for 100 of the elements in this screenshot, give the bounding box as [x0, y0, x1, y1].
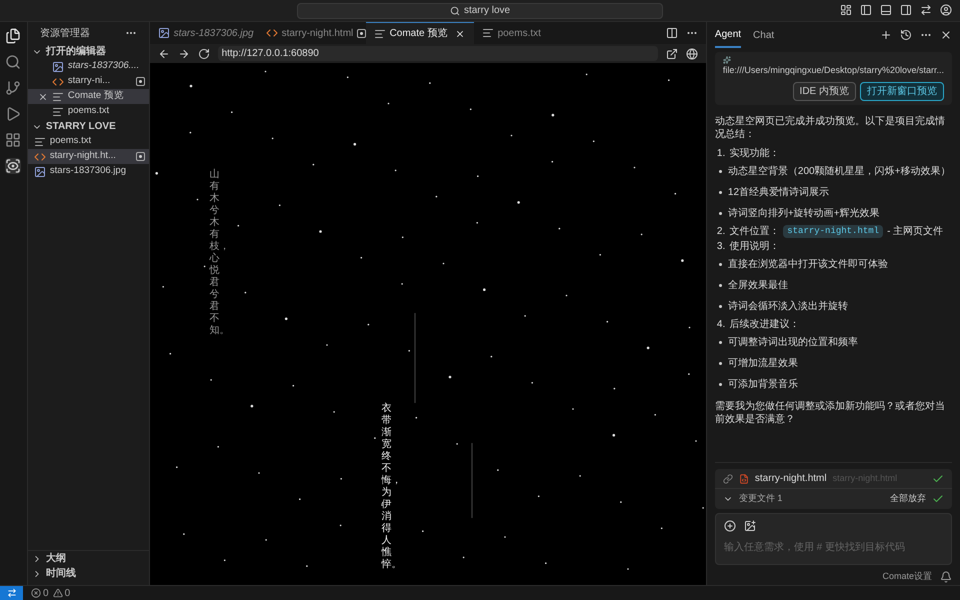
- file-item[interactable]: starry-night.ht...: [28, 149, 149, 164]
- bullet-icon: [718, 304, 722, 308]
- warning-count[interactable]: 0: [64, 586, 70, 600]
- sidebar-title: 资源管理器: [40, 26, 90, 40]
- chat-input-field[interactable]: 输入任意需求，使用 # 更快找到目标代码: [724, 540, 943, 555]
- file-item[interactable]: poems.txt: [28, 134, 149, 149]
- file-path: file:///Users/mingqingxue/Desktop/starry%20love/starr...: [722, 64, 944, 77]
- split-editor-icon[interactable]: [666, 27, 678, 39]
- panel-right-icon[interactable]: [900, 4, 912, 16]
- source-control-icon[interactable]: [5, 80, 22, 96]
- reload-icon[interactable]: [198, 48, 210, 60]
- text-file-icon: [52, 106, 64, 118]
- back-icon[interactable]: [158, 48, 170, 60]
- account-icon[interactable]: [940, 4, 952, 16]
- search-field[interactable]: starry love: [297, 2, 663, 18]
- list-text: 可增加流星效果: [728, 356, 798, 370]
- list-text: 可添加背景音乐: [728, 378, 798, 390]
- poem-text: 衣带渐宽终不悔，为伊消得人憔悴。: [382, 403, 396, 571]
- preview-button[interactable]: 打开新窗口预览: [860, 82, 944, 100]
- extensions-icon[interactable]: [5, 132, 22, 148]
- list-number: 1.: [716, 146, 726, 160]
- changed-file-name[interactable]: starry-night.html: [754, 471, 827, 486]
- globe-icon[interactable]: [686, 48, 698, 60]
- section-header[interactable]: 时间线: [46, 566, 76, 581]
- discard-all-button[interactable]: 全部放弃: [890, 492, 926, 506]
- panel-left-icon[interactable]: [860, 4, 872, 16]
- close-icon[interactable]: [38, 92, 48, 102]
- list-heading: 实现功能：: [729, 146, 780, 160]
- link-icon[interactable]: [722, 474, 733, 484]
- section-header[interactable]: 打开的编辑器: [46, 44, 106, 59]
- panel-tab[interactable]: Agent: [714, 22, 742, 48]
- file-item[interactable]: Comate 预览: [28, 89, 149, 104]
- list-text: - 主网页文件: [887, 224, 944, 238]
- close-icon[interactable]: [455, 28, 466, 38]
- layout-icon[interactable]: [840, 4, 852, 16]
- file-name: starry-ni...: [68, 74, 110, 88]
- warning-icon[interactable]: [52, 588, 63, 598]
- code-file-icon: [52, 76, 64, 88]
- code-file-icon: [34, 150, 46, 162]
- forward-icon[interactable]: [178, 48, 190, 60]
- swap-icon[interactable]: [920, 4, 932, 16]
- add-image-icon[interactable]: [744, 520, 756, 532]
- list-text: 诗词竖向排列+旋转动画+辉光效果: [728, 206, 880, 220]
- file-name: stars-1837306....: [68, 59, 140, 74]
- editor-tab[interactable]: Comate 预览: [366, 22, 474, 44]
- panel-bottom-icon[interactable]: [880, 4, 892, 16]
- file-item[interactable]: stars-1837306....: [28, 59, 149, 74]
- close-icon[interactable]: [940, 29, 952, 41]
- error-icon[interactable]: [31, 588, 41, 598]
- bullet-icon: [718, 170, 722, 172]
- section-header[interactable]: STARRY LOVE: [46, 119, 116, 134]
- explorer-icon[interactable]: [5, 28, 22, 44]
- message-text: 需要我为您做任何调整或添加新功能吗？或者您对当前效果是否满意？: [714, 400, 946, 426]
- plus-icon[interactable]: [880, 29, 892, 41]
- image-file-icon: [34, 166, 46, 178]
- section-header[interactable]: 大纲: [46, 551, 66, 566]
- image-file-icon: [158, 27, 170, 39]
- remote-icon: [6, 588, 16, 598]
- editor-tab[interactable]: poems.txt: [474, 22, 582, 44]
- list-number: 2.: [716, 224, 726, 238]
- file-item[interactable]: poems.txt: [28, 104, 149, 119]
- notification-icon[interactable]: [940, 571, 952, 583]
- panel-tab[interactable]: Chat: [753, 24, 774, 46]
- bullet-icon: [718, 262, 722, 266]
- eye-scan-icon[interactable]: [5, 158, 22, 174]
- code-file-icon: [266, 27, 278, 39]
- editor-tab[interactable]: stars-1837306.jpg: [150, 22, 258, 44]
- settings-link[interactable]: Comate设置: [882, 570, 932, 584]
- history-icon[interactable]: [900, 29, 912, 41]
- file-name: poems.txt: [68, 104, 110, 118]
- text-file-icon: [374, 28, 386, 40]
- search-icon[interactable]: [5, 54, 22, 70]
- list-text: 直接在浏览器中打开该文件即可体验: [728, 258, 888, 270]
- file-item[interactable]: stars-1837306.jpg: [28, 164, 149, 179]
- list-text: 12首经典爱情诗词展示: [728, 186, 830, 198]
- bullet-icon: [718, 190, 722, 194]
- open-external-icon[interactable]: [666, 48, 678, 60]
- list-text: 可调整诗词出现的位置和频率: [728, 336, 858, 348]
- text-file-icon: [34, 136, 46, 148]
- url-field[interactable]: http://127.0.0.1:60890: [218, 46, 658, 61]
- poem-text: 山有木兮木有枝，心悦君兮君不知。: [210, 169, 224, 337]
- message-text: 动态星空网页已完成并成功预览。以下是项目完成情况总结：: [714, 114, 946, 140]
- preview-button[interactable]: IDE 内预览: [792, 82, 856, 100]
- list-number: 4.: [716, 318, 726, 330]
- file-name: Comate 预览: [68, 89, 124, 104]
- list-number: 3.: [716, 240, 726, 252]
- run-icon[interactable]: [5, 106, 22, 122]
- file-item[interactable]: starry-ni...: [28, 74, 149, 89]
- changed-files-count[interactable]: 变更文件 1: [738, 492, 782, 506]
- chat-input-box[interactable]: 输入任意需求，使用 # 更快找到目标代码: [714, 513, 952, 565]
- check-icon: [932, 493, 944, 505]
- remote-button[interactable]: [0, 586, 23, 600]
- file-name-code: starry-night.html: [783, 224, 884, 238]
- text-file-icon: [52, 90, 64, 102]
- list-heading: 后续改进建议：: [729, 318, 800, 330]
- list-heading: 使用说明：: [729, 240, 780, 252]
- bullet-icon: [718, 382, 722, 386]
- list-text: 诗词会循环淡入淡出并旋转: [728, 300, 848, 312]
- error-count[interactable]: 0: [43, 586, 49, 600]
- add-context-icon[interactable]: [724, 520, 736, 532]
